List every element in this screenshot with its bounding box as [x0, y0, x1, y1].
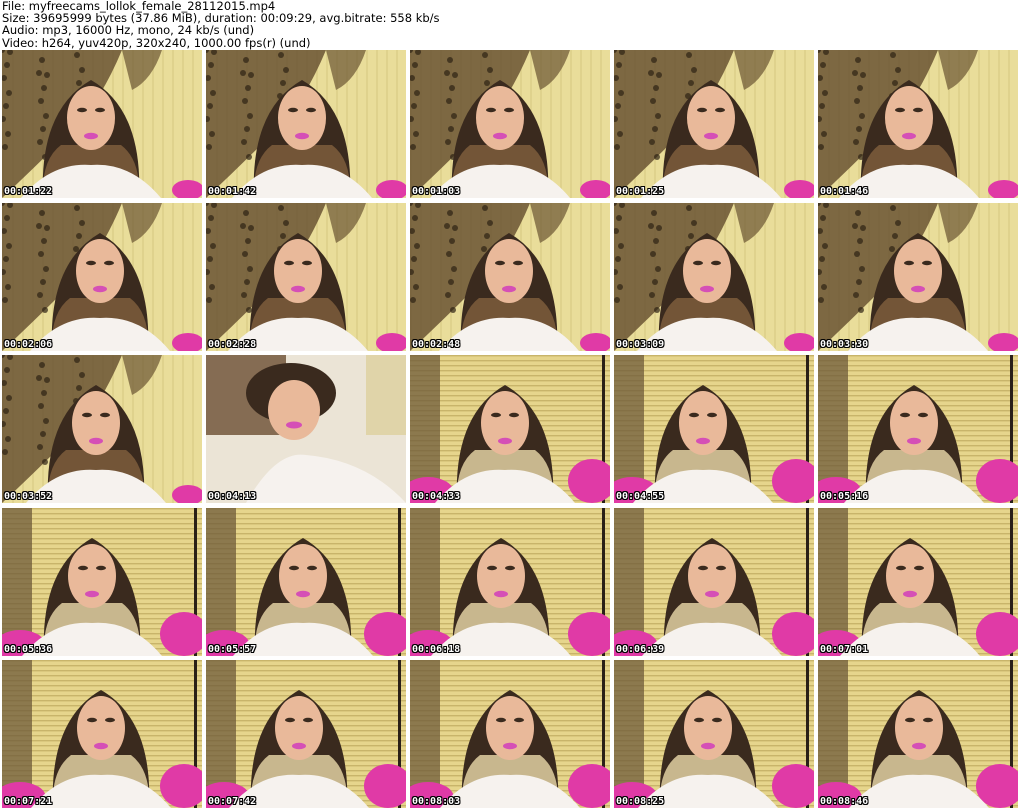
- thumbnail-timestamp: 00:04:13: [208, 491, 257, 502]
- video-thumbnail: 00:03:09: [614, 202, 814, 351]
- thumbnail-frame-image: [206, 660, 406, 808]
- thumbnail-frame-image: [206, 202, 406, 351]
- video-thumbnail: 00:03:52: [2, 355, 202, 503]
- thumbnail-frame-image: [818, 507, 1018, 656]
- thumbnail-timestamp: 00:08:25: [616, 796, 665, 807]
- thumbnail-frame-image: [410, 202, 610, 351]
- thumbnail-frame-image: [818, 660, 1018, 808]
- thumbnail-frame-image: [410, 507, 610, 656]
- video-thumbnail: 00:08:46: [818, 660, 1018, 808]
- thumbnail-frame-image: [2, 202, 202, 351]
- thumbnail-timestamp: 00:01:25: [616, 186, 665, 197]
- thumbnail-frame-image: [818, 50, 1018, 198]
- thumbnail-timestamp: 00:08:03: [412, 796, 461, 807]
- video-thumbnail: 00:08:03: [410, 660, 610, 808]
- thumbnail-timestamp: 00:03:09: [616, 338, 665, 350]
- thumbnail-timestamp: 00:01:42: [208, 186, 257, 197]
- thumbnail-timestamp: 00:06:18: [412, 643, 461, 655]
- video-thumbnail: 00:01:25: [614, 50, 814, 198]
- thumbnail-frame-image: [614, 202, 814, 351]
- video-info-line: Video: h264, yuv420p, 320x240, 1000.00 f…: [2, 35, 311, 50]
- thumbnail-frame-image: [614, 507, 814, 656]
- video-thumbnail: 00:04:13: [206, 355, 406, 503]
- video-thumbnail: 00:04:55: [614, 355, 814, 503]
- thumbnail-timestamp: 00:01:22: [4, 186, 53, 197]
- thumbnail-frame-image: [818, 202, 1018, 351]
- thumbnail-timestamp: 00:01:46: [820, 186, 869, 197]
- video-thumbnail: 00:01:42: [206, 50, 406, 198]
- video-thumbnail: 00:05:57: [206, 507, 406, 656]
- thumbnail-frame-image: [410, 50, 610, 198]
- video-thumbnail: 00:01:46: [818, 50, 1018, 198]
- thumbnail-frame-image: [2, 355, 202, 503]
- video-thumbnail: 00:02:06: [2, 202, 202, 351]
- thumbnail-timestamp: 00:07:21: [4, 796, 53, 807]
- thumbnail-timestamp: 00:02:28: [208, 338, 257, 350]
- thumbnail-frame-image: [818, 355, 1018, 503]
- thumbnail-frame-image: [2, 660, 202, 808]
- thumbnail-frame-image: [614, 355, 814, 503]
- thumbnail-frame-image: [410, 660, 610, 808]
- video-info-header: File: myfreecams_lollok_female_28112015.…: [2, 0, 1022, 50]
- thumbnail-frame-image: [2, 50, 202, 198]
- thumbnail-frame-image: [206, 507, 406, 656]
- thumbnail-timestamp: 00:01:03: [412, 186, 461, 197]
- video-thumbnail: 00:05:36: [2, 507, 202, 656]
- video-thumbnail: 00:08:25: [614, 660, 814, 808]
- video-thumbnail: 00:05:16: [818, 355, 1018, 503]
- thumbnail-timestamp: 00:05:57: [208, 643, 257, 655]
- video-thumbnail: 00:07:42: [206, 660, 406, 808]
- thumbnail-timestamp: 00:07:01: [820, 643, 869, 655]
- audio-info-line: Audio: mp3, 16000 Hz, mono, 24 kb/s (und…: [2, 23, 255, 38]
- thumbnail-frame-image: [614, 50, 814, 198]
- thumbnail-timestamp: 00:07:42: [208, 796, 257, 807]
- thumbnail-timestamp: 00:04:55: [616, 491, 665, 502]
- video-thumbnail: 00:04:33: [410, 355, 610, 503]
- thumbnail-timestamp: 00:03:30: [820, 338, 869, 350]
- thumbnail-timestamp: 00:05:36: [4, 643, 53, 655]
- thumbnail-timestamp: 00:02:48: [412, 338, 461, 350]
- video-thumbnail: 00:01:22: [2, 50, 202, 198]
- video-thumbnail: 00:06:18: [410, 507, 610, 656]
- thumbnail-timestamp: 00:05:16: [820, 491, 869, 502]
- thumbnail-frame-image: [206, 50, 406, 198]
- video-thumbnail: 00:07:01: [818, 507, 1018, 656]
- thumbnail-timestamp: 00:06:39: [616, 643, 665, 655]
- video-thumbnail: 00:02:48: [410, 202, 610, 351]
- video-thumbnail: 00:07:21: [2, 660, 202, 808]
- thumbnail-grid: 00:01:22 00:01:42 00:01:03 00:01:25 00:01:46…: [0, 49, 1024, 811]
- video-thumbnail: 00:01:03: [410, 50, 610, 198]
- thumbnail-frame-image: [410, 355, 610, 503]
- video-thumbnail: 00:03:30: [818, 202, 1018, 351]
- thumbnail-timestamp: 00:08:46: [820, 796, 869, 807]
- thumbnail-frame-image: [614, 660, 814, 808]
- thumbnail-timestamp: 00:04:33: [412, 491, 461, 502]
- video-thumbnail: 00:02:28: [206, 202, 406, 351]
- thumbnail-frame-image: [206, 355, 406, 503]
- thumbnail-timestamp: 00:02:06: [4, 338, 53, 350]
- thumbnail-timestamp: 00:03:52: [4, 491, 53, 502]
- thumbnail-frame-image: [2, 507, 202, 656]
- video-thumbnail: 00:06:39: [614, 507, 814, 656]
